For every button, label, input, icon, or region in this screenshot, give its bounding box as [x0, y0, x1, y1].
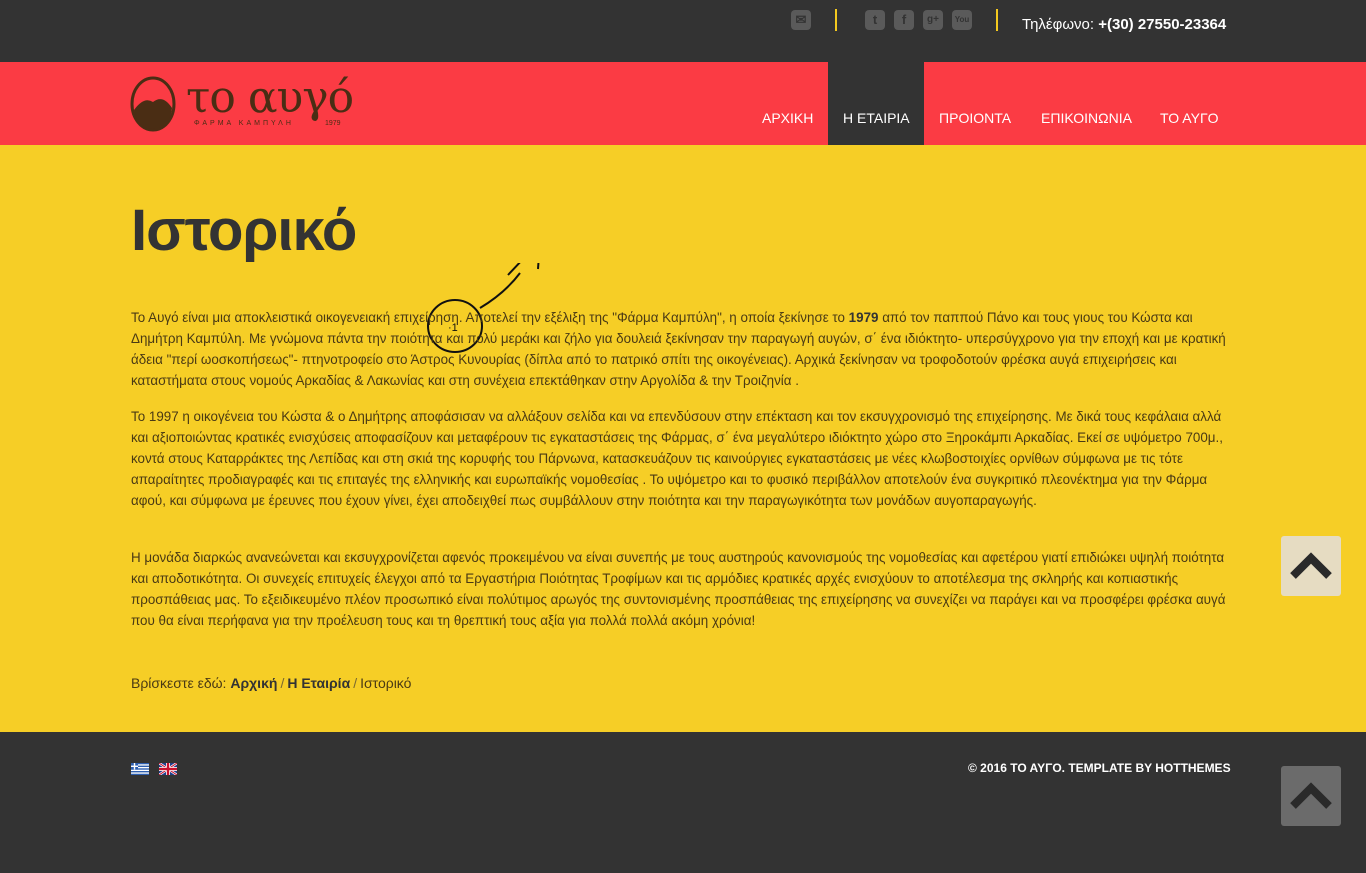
top-bar: ✉ t f g+ You Τηλέφωνο: +(30) 27550-23364 — [0, 0, 1366, 62]
history-paragraph-3: Η μονάδα διαρκώς ανανεώνεται και εκσυγχρ… — [131, 550, 1226, 628]
egg-logo-icon — [130, 76, 176, 132]
phone-label: Τηλέφωνο: — [1022, 16, 1095, 33]
chevron-up-icon — [1290, 552, 1332, 579]
logo-subtitle: ΦΑΡΜΑ ΚΑΜΠΥΛΗ — [194, 120, 294, 127]
twitter-icon[interactable]: t — [865, 10, 885, 30]
google-plus-icon[interactable]: g+ — [923, 10, 943, 30]
scroll-top-button-footer[interactable] — [1281, 766, 1341, 826]
divider — [835, 9, 837, 31]
logo-year: 1979 — [325, 120, 341, 127]
breadcrumb: Βρίσκεστε εδώ: Αρχική / Η Εταιρία / Ιστορικό — [131, 675, 412, 691]
history-paragraph-1: Το Αυγό είναι μια αποκλειστικά οικογενει… — [131, 310, 1226, 388]
main-content: Ιστορικό ·1 Το Αυγό είναι μια αποκλειστι… — [0, 145, 1366, 732]
page-title: Ιστορικό — [131, 198, 357, 263]
nav-the-egg[interactable]: ΤΟ ΑΥΓΟ — [1144, 62, 1236, 145]
facebook-icon[interactable]: f — [894, 10, 914, 30]
breadcrumb-prefix: Βρίσκεστε εδώ: — [131, 675, 227, 691]
site-logo[interactable]: το αυγό ΦΑΡΜΑ ΚΑΜΠΥΛΗ 1979 — [130, 72, 354, 136]
copyright-text: © 2016 ΤΟ ΑΥΓΟ. TEMPLATE BY HOTTHEMES — [968, 761, 1231, 775]
nav-home[interactable]: ΑΡΧΙΚΗ — [748, 62, 828, 145]
uk-flag-icon[interactable] — [159, 763, 177, 775]
logo-text: το αυγό — [186, 72, 354, 123]
scroll-top-button[interactable] — [1281, 536, 1341, 596]
chevron-up-icon — [1290, 782, 1332, 809]
youtube-icon[interactable]: You — [952, 10, 972, 30]
phone-info: Τηλέφωνο: +(30) 27550-23364 — [1022, 16, 1226, 33]
phone-number[interactable]: +(30) 27550-23364 — [1098, 16, 1226, 33]
template-author-link[interactable]: HOTTHEMES — [1155, 761, 1230, 775]
nav-products[interactable]: ΠΡΟΙΟΝΤΑ — [924, 62, 1028, 145]
site-header: το αυγό ΦΑΡΜΑ ΚΑΜΠΥΛΗ 1979 ΑΡΧΙΚΗ Η ΕΤΑΙ… — [0, 62, 1366, 179]
breadcrumb-company-link[interactable]: Η Εταιρία — [287, 675, 350, 691]
breadcrumb-home-link[interactable]: Αρχική — [230, 675, 277, 691]
nav-contact[interactable]: ΕΠΙΚΟΙΝΩΝΙΑ — [1028, 62, 1144, 145]
breadcrumb-current: Ιστορικό — [360, 675, 412, 691]
email-icon[interactable]: ✉ — [791, 10, 811, 30]
greek-flag-icon[interactable] — [131, 763, 149, 775]
history-paragraph-2: Το 1997 η οικογένεια του Κώστα & ο Δημήτ… — [131, 409, 1223, 508]
site-footer: © 2016 ΤΟ ΑΥΓΟ. TEMPLATE BY HOTTHEMES — [0, 732, 1366, 873]
divider — [996, 9, 998, 31]
